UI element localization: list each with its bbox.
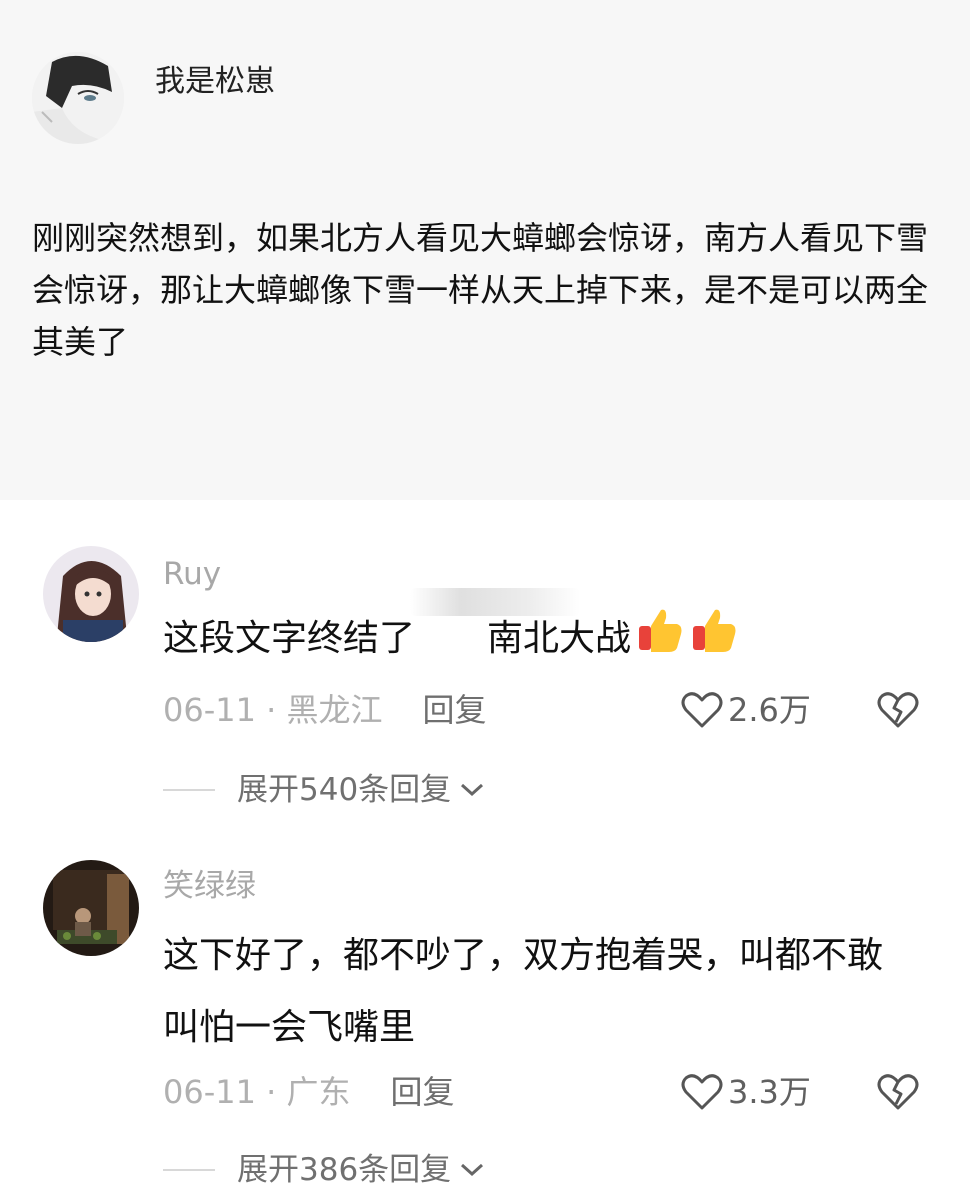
comment-meta: 06-11 · 广东 回复: [163, 1072, 455, 1112]
reply-button[interactable]: 回复: [423, 691, 487, 729]
comment-text: 这段文字终结了 南北大战: [163, 603, 923, 681]
chevron-down-icon: [461, 1163, 484, 1177]
heart-outline-icon: [681, 1074, 723, 1110]
expand-replies-button[interactable]: 展开386条回复: [163, 1150, 485, 1190]
comment-date-location: 06-11 · 黑龙江: [163, 691, 383, 729]
divider-line: [163, 789, 215, 791]
commenter-name[interactable]: 笑绿绿: [163, 868, 256, 904]
like-count: 2.6万: [728, 691, 811, 729]
chevron-down-icon: [461, 783, 484, 797]
reply-button[interactable]: 回复: [391, 1073, 455, 1111]
heart-outline-icon: [681, 692, 723, 728]
comment-text: 这下好了，都不吵了，双方抱着哭，叫都不敢叫怕一会飞嘴里: [163, 935, 884, 1048]
expand-replies-button[interactable]: 展开540条回复: [163, 770, 485, 810]
thumbs-up-icon: [687, 604, 739, 681]
post-author-name[interactable]: 我是松崽: [155, 64, 275, 100]
commenter-avatar[interactable]: [43, 860, 139, 956]
dislike-button[interactable]: [876, 1072, 920, 1116]
commenter-avatar[interactable]: [43, 546, 139, 642]
expand-replies-label: 展开386条回复: [237, 1152, 452, 1188]
expand-replies-label: 展开540条回复: [237, 772, 452, 808]
comment-date-location: 06-11 · 广东: [163, 1073, 351, 1111]
divider-line: [163, 1169, 215, 1171]
comment-text-content: 这段文字终结了 南北大战: [163, 618, 632, 659]
post-author-avatar[interactable]: [32, 52, 124, 144]
comment-meta: 06-11 · 黑龙江 回复: [163, 690, 487, 730]
like-button[interactable]: 2.6万: [680, 690, 811, 730]
thumbs-up-icon: [633, 604, 685, 681]
dislike-button[interactable]: [876, 690, 920, 734]
broken-heart-icon: [877, 692, 919, 728]
like-button[interactable]: 3.3万: [680, 1072, 811, 1112]
commenter-name[interactable]: Ruy: [163, 556, 221, 592]
broken-heart-icon: [877, 1074, 919, 1110]
post-text: 刚刚突然想到，如果北方人看见大蟑螂会惊讶，南方人看见下雪会惊讶，那让大蟑螂像下雪…: [32, 219, 929, 361]
post-card: 我是松崽 刚刚突然想到，如果北方人看见大蟑螂会惊讶，南方人看见下雪会惊讶，那让大…: [0, 0, 970, 500]
like-count: 3.3万: [728, 1073, 811, 1111]
